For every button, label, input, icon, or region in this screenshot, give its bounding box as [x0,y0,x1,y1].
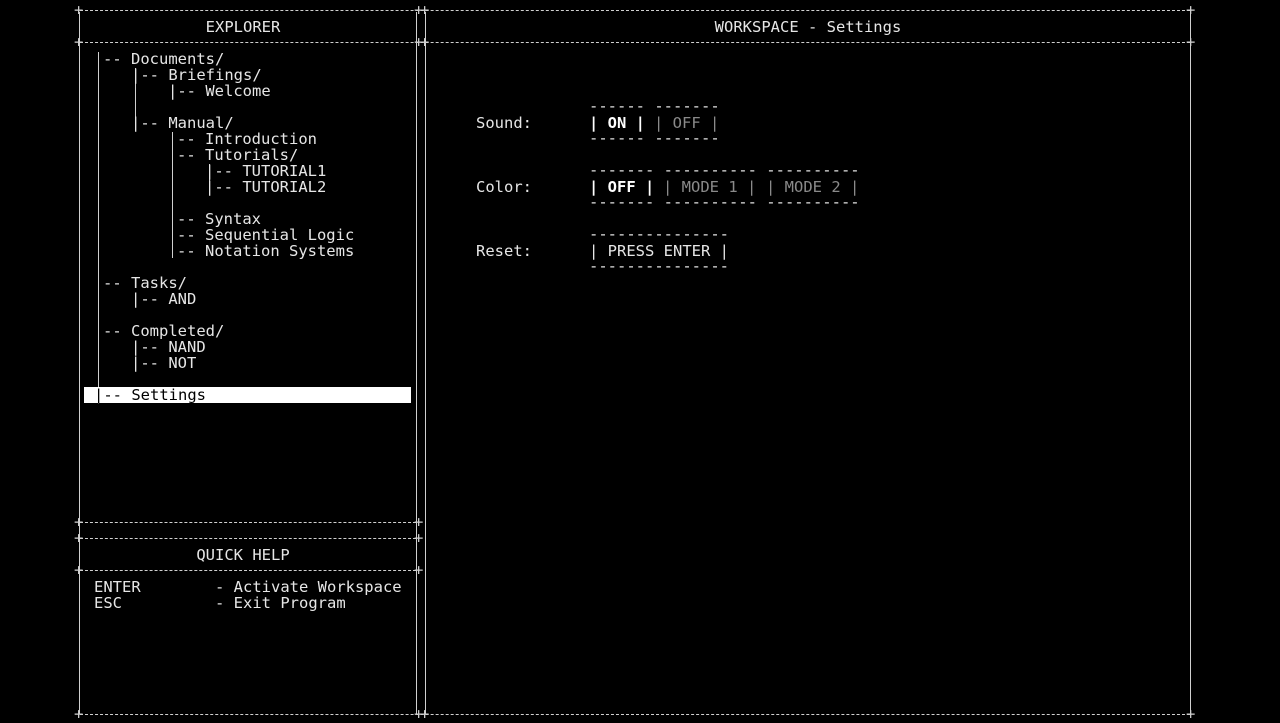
title-separator [80,42,1190,43]
left-border [79,12,80,714]
tree-item-syntax[interactable]: -- Syntax [177,211,261,227]
help-key-enter: ENTER [94,578,141,596]
color-options-bottom-border: ------- ---------- ---------- [589,193,860,211]
help-desc-enter: - Activate Workspace [215,578,402,596]
tree-item-introduction[interactable]: -- Introduction [177,131,317,147]
top-border [80,10,1190,11]
tree-guide [172,132,173,258]
right-border [1190,12,1191,714]
help-desc-esc: - Exit Program [215,594,346,612]
tree-guide [98,52,99,404]
sound-options-top-border: ------ ------- [589,97,720,115]
color-options-top-border: ------- ---------- ---------- [589,161,860,179]
tree-item-documents[interactable]: -- Documents/ [103,51,224,67]
tree-item-tutorials[interactable]: -- Tutorials/ [177,147,298,163]
tree-item-settings[interactable]: |-- Settings [94,387,206,403]
reset-label: Reset: [476,242,532,260]
quick-help-title-separator [80,570,416,571]
tree-item-tasks[interactable]: -- Tasks/ [103,275,187,291]
quick-help-top-border [80,538,416,539]
bottom-border [80,714,1190,715]
sound-options-bottom-border: ------ ------- [589,129,720,147]
tree-item-tutorial2[interactable]: |-- TUTORIAL2 [205,179,326,195]
tree-item-and[interactable]: |-- AND [131,291,196,307]
tree-item-welcome[interactable]: |-- Welcome [168,83,271,99]
explorer-bottom-border [80,522,416,523]
workspace-left-border [425,12,426,714]
tree-item-manual[interactable]: |-- Manual/ [131,115,234,131]
color-label: Color: [476,178,532,196]
reset-button-bottom-border: --------------- [589,257,729,275]
workspace-title: WORKSPACE - Settings [714,18,902,36]
quick-help-title: QUICK HELP [196,546,290,564]
tree-item-notation-systems[interactable]: -- Notation Systems [177,243,354,259]
explorer-title: EXPLORER [205,18,281,36]
tree-item-not[interactable]: |-- NOT [131,355,196,371]
tree-item-tutorial1[interactable]: |-- TUTORIAL1 [205,163,326,179]
sound-label: Sound: [476,114,532,132]
reset-button-top-border: --------------- [589,225,729,243]
explorer-right-border [416,12,417,714]
tree-item-completed[interactable]: -- Completed/ [103,323,224,339]
tree-item-briefings[interactable]: |-- Briefings/ [131,67,262,83]
help-key-esc: ESC [94,594,122,612]
tree-item-nand[interactable]: |-- NAND [131,339,206,355]
tree-item-sequential-logic[interactable]: -- Sequential Logic [177,227,354,243]
